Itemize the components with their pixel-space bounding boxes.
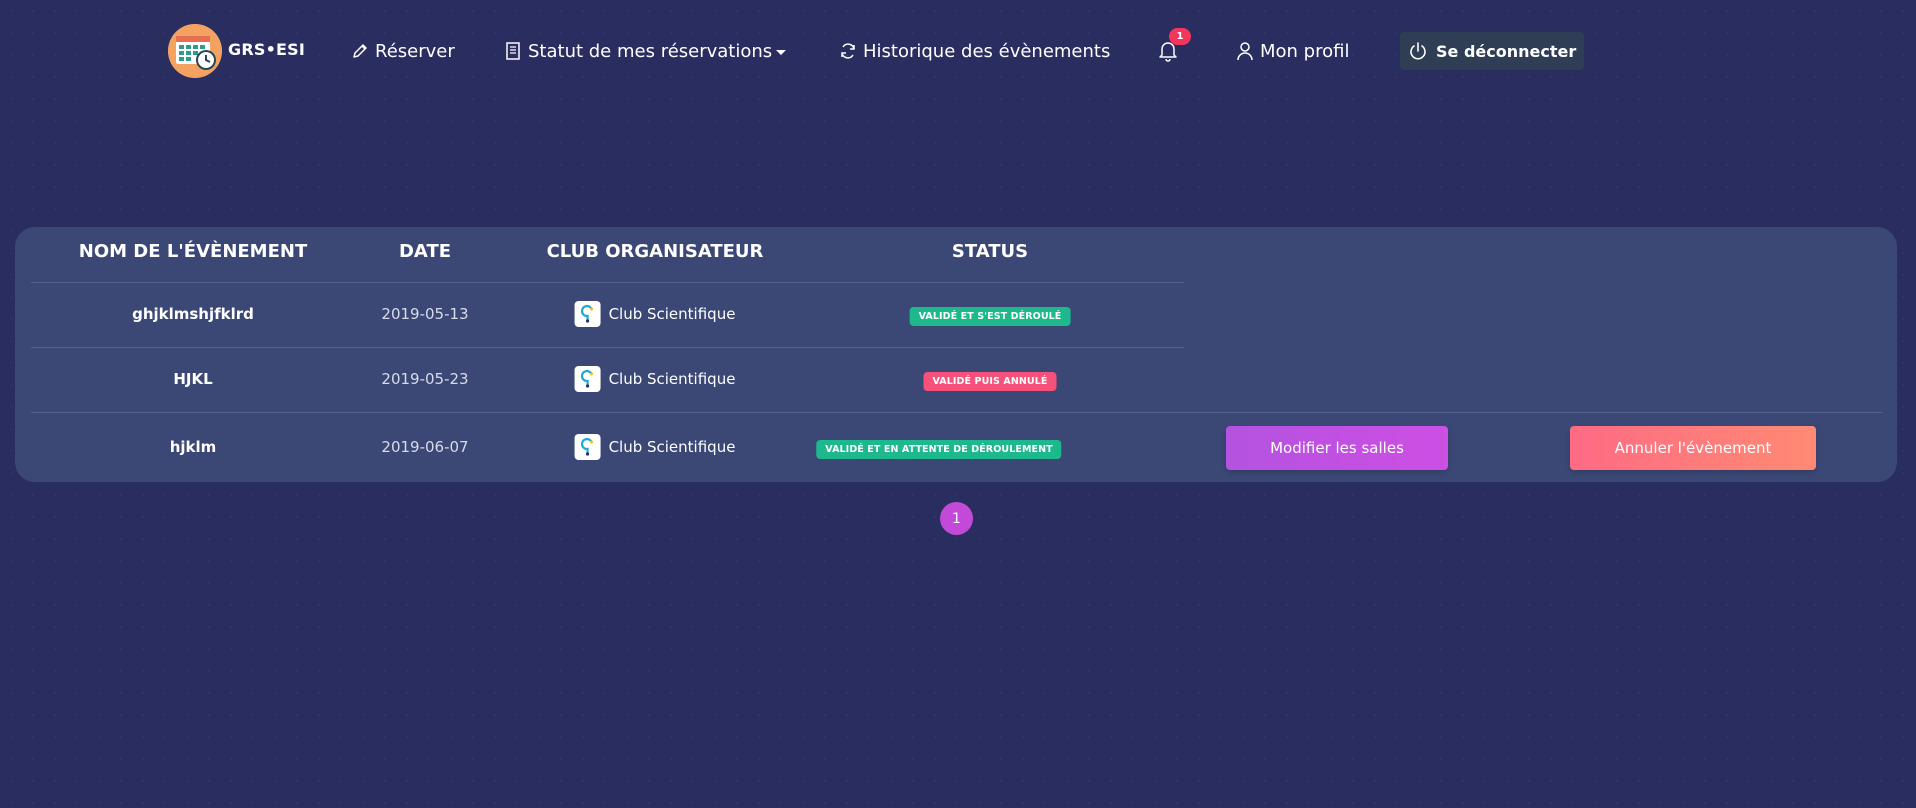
nav-historique[interactable]: Historique des évènements xyxy=(839,41,1110,62)
club-organizer: Club Scientifique xyxy=(574,301,736,327)
power-icon xyxy=(1408,41,1428,61)
nav-profil-label: Mon profil xyxy=(1260,40,1350,62)
row-divider xyxy=(31,282,1184,283)
brand-name: GRS•ESI xyxy=(228,39,306,59)
status-cell: VALIDÉ PUIS ANNULÉ xyxy=(923,370,1057,391)
nav-reserver-label: Réserver xyxy=(375,40,455,62)
event-name: hjklm xyxy=(169,438,217,456)
event-name: HJKL xyxy=(173,370,213,388)
status-badge: VALIDÉ ET EN ATTENTE DE DÉROULEMENT xyxy=(816,440,1062,459)
club-organizer: Club Scientifique xyxy=(574,434,736,460)
event-date: 2019-06-07 xyxy=(381,438,469,456)
logout-button[interactable]: Se déconnecter xyxy=(1400,32,1585,70)
caret-down-icon xyxy=(776,49,787,55)
refresh-icon xyxy=(839,42,857,60)
header-status: STATUS xyxy=(951,241,1029,262)
event-name: ghjklmshjfklrd xyxy=(132,305,254,323)
calendar-clock-icon xyxy=(168,24,222,78)
notifications-button[interactable]: 1 xyxy=(1158,28,1191,62)
club-logo-icon xyxy=(574,434,601,460)
club-name: Club Scientifique xyxy=(608,370,736,388)
nav-reserver[interactable]: Réserver xyxy=(351,41,455,62)
status-cell: VALIDÉ ET S'EST DÉROULÉ xyxy=(909,305,1071,326)
header-event-name: NOM DE L'ÉVÈNEMENT xyxy=(78,241,308,262)
logout-label: Se déconnecter xyxy=(1436,41,1577,61)
club-name: Club Scientifique xyxy=(608,305,736,323)
club-logo-icon xyxy=(574,301,601,327)
club-name: Club Scientifique xyxy=(608,438,736,456)
header-club: CLUB ORGANISATEUR xyxy=(546,241,764,262)
modify-rooms-button[interactable]: Modifier les salles xyxy=(1226,426,1448,470)
nav-historique-label: Historique des évènements xyxy=(863,40,1111,62)
row-divider xyxy=(31,412,1882,413)
nav-statut-label: Statut de mes réservations xyxy=(528,40,773,62)
nav-profil[interactable]: Mon profil xyxy=(1236,41,1349,62)
header-date: DATE xyxy=(398,241,452,262)
row-divider xyxy=(31,347,1184,348)
nav-statut-dropdown[interactable]: Statut de mes réservations xyxy=(504,40,787,62)
status-cell: VALIDÉ ET EN ATTENTE DE DÉROULEMENT xyxy=(816,438,1062,459)
status-badge: VALIDÉ ET S'EST DÉROULÉ xyxy=(909,307,1071,326)
status-badge: VALIDÉ PUIS ANNULÉ xyxy=(923,372,1057,391)
club-organizer: Club Scientifique xyxy=(574,366,736,392)
user-icon xyxy=(1236,41,1254,61)
receipt-icon xyxy=(504,41,522,61)
event-date: 2019-05-23 xyxy=(381,370,469,388)
club-logo-icon xyxy=(574,366,601,392)
notification-badge: 1 xyxy=(1169,28,1191,45)
pagination-page-1[interactable]: 1 xyxy=(940,502,973,535)
cancel-event-button[interactable]: Annuler l'évènement xyxy=(1570,426,1816,470)
event-date: 2019-05-13 xyxy=(381,305,469,323)
pencil-icon xyxy=(351,42,369,60)
navbar: GRS•ESI Réserver Statut de mes réservati… xyxy=(168,24,1585,78)
bell-icon: 1 xyxy=(1158,28,1191,62)
brand-link[interactable]: GRS•ESI xyxy=(168,24,305,78)
